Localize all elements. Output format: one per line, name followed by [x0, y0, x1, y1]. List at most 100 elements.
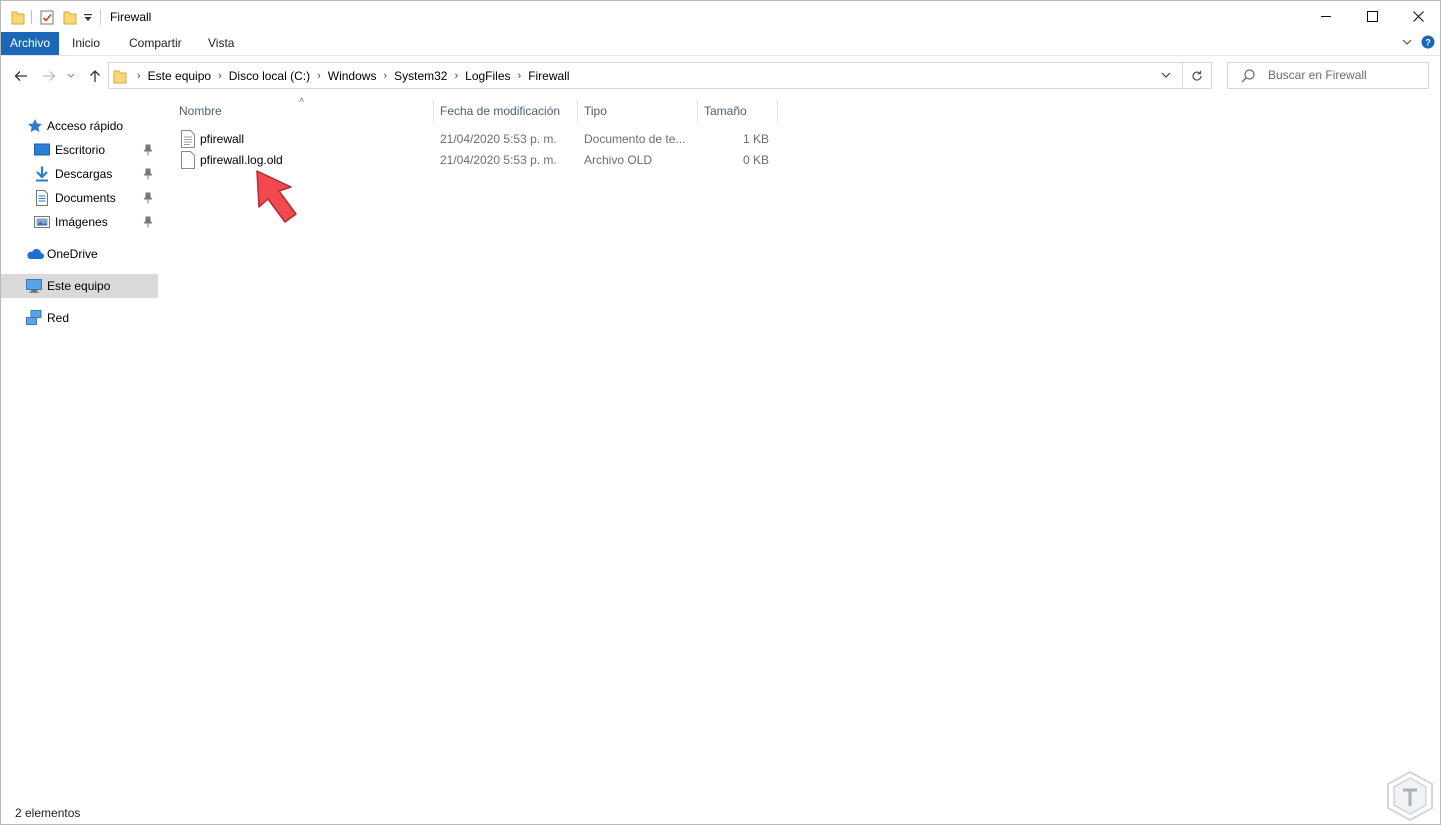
breadcrumb-windows[interactable]: Windows	[325, 69, 380, 83]
star-icon	[28, 119, 42, 133]
sidebar-label: Acceso rápido	[47, 119, 124, 133]
sidebar-label: Documents	[55, 191, 116, 205]
picture-icon	[34, 216, 50, 228]
breadcrumb: › Este equipo › Disco local (C:) › Windo…	[109, 63, 573, 88]
window-title: Firewall	[110, 10, 152, 24]
file-type: Documento de te...	[584, 132, 686, 146]
back-button[interactable]	[11, 65, 31, 87]
breadcrumb-separator-icon[interactable]: ›	[214, 70, 226, 82]
sidebar-label: Escritorio	[55, 143, 106, 157]
svg-text:?: ?	[1425, 38, 1431, 48]
breadcrumb-system32[interactable]: System32	[391, 69, 450, 83]
sidebar-item-red[interactable]: Red	[1, 306, 158, 330]
forward-arrow-icon	[43, 71, 56, 81]
file-size: 0 KB	[742, 153, 769, 167]
search-icon	[1241, 69, 1255, 83]
breadcrumb-disco-local[interactable]: Disco local (C:)	[226, 69, 313, 83]
sidebar-label: Este equipo	[47, 279, 111, 293]
close-button[interactable]	[1395, 1, 1440, 32]
customize-toolbar-chevron-icon[interactable]	[84, 12, 92, 22]
maximize-icon	[1366, 11, 1378, 22]
column-divider[interactable]	[697, 99, 698, 123]
sidebar-item-imagenes[interactable]: Imágenes	[1, 210, 158, 234]
sidebar-item-escritorio[interactable]: Escritorio	[1, 138, 158, 162]
breadcrumb-separator-icon[interactable]: ›	[133, 70, 145, 82]
back-arrow-icon	[14, 71, 27, 81]
sidebar-label: Descargas	[55, 167, 113, 181]
blank-file-icon	[181, 151, 195, 169]
desktop-icon	[34, 143, 50, 156]
sidebar-item-onedrive[interactable]: OneDrive	[1, 242, 158, 266]
watermark-logo-icon	[1387, 770, 1433, 822]
breadcrumb-logfiles[interactable]: LogFiles	[462, 69, 513, 83]
sidebar-label: Imágenes	[55, 215, 108, 229]
file-row[interactable]: pfirewall 21/04/2020 5:53 p. m. Document…	[177, 129, 777, 150]
document-icon	[36, 190, 48, 206]
address-history-dropdown[interactable]	[1155, 63, 1177, 88]
file-name: pfirewall.log.old	[200, 153, 283, 167]
column-divider[interactable]	[577, 99, 578, 123]
column-divider[interactable]	[777, 99, 778, 123]
annotation-arrow-icon	[256, 170, 297, 223]
file-list: ˄ Nombre Fecha de modificación Tipo Tama…	[161, 95, 1440, 800]
breadcrumb-separator-icon[interactable]: ›	[379, 70, 391, 82]
network-icon	[26, 310, 42, 325]
quick-access-toolbar	[11, 7, 92, 27]
column-header-type[interactable]: Tipo	[584, 99, 607, 123]
sidebar-item-descargas[interactable]: Descargas	[1, 162, 158, 186]
help-icon[interactable]: ?	[1421, 35, 1435, 49]
breadcrumb-separator-icon[interactable]: ›	[450, 70, 462, 82]
pin-icon[interactable]	[143, 168, 153, 180]
sidebar-label: OneDrive	[47, 247, 98, 261]
column-header-modified[interactable]: Fecha de modificación	[440, 99, 560, 123]
column-header-size[interactable]: Tamaño	[704, 99, 747, 123]
ribbon-tabs: Archivo Inicio Compartir Vista ?	[1, 32, 1440, 56]
tab-compartir[interactable]: Compartir	[119, 32, 192, 55]
minimize-button[interactable]	[1303, 1, 1349, 32]
tab-archivo[interactable]: Archivo	[1, 32, 60, 55]
column-header-name[interactable]: Nombre	[179, 99, 222, 123]
forward-button[interactable]	[39, 65, 59, 87]
sidebar-item-documents[interactable]: Documents	[1, 186, 158, 210]
navigation-pane: Acceso rápido Escritorio Descargas Docum…	[1, 99, 161, 800]
expand-ribbon-chevron-icon[interactable]	[1402, 38, 1412, 46]
recent-locations-button[interactable]	[64, 65, 78, 87]
minimize-icon	[1321, 16, 1331, 17]
file-size: 1 KB	[742, 132, 769, 146]
search-input[interactable]	[1268, 66, 1418, 84]
maximize-button[interactable]	[1349, 1, 1395, 32]
sidebar-item-este-equipo[interactable]: Este equipo	[1, 274, 158, 298]
close-icon	[1412, 11, 1424, 22]
file-explorer-window: Firewall Archivo Inicio Compartir Vista …	[0, 0, 1441, 825]
breadcrumb-separator-icon[interactable]: ›	[313, 70, 325, 82]
chevron-down-icon	[67, 73, 75, 78]
file-modified: 21/04/2020 5:53 p. m.	[440, 153, 557, 167]
pin-icon[interactable]	[143, 192, 153, 204]
download-arrow-icon	[36, 166, 48, 182]
tab-vista[interactable]: Vista	[198, 32, 244, 55]
navigation-bar: › Este equipo › Disco local (C:) › Windo…	[1, 56, 1440, 96]
address-bar[interactable]: › Este equipo › Disco local (C:) › Windo…	[108, 62, 1212, 89]
breadcrumb-separator-icon[interactable]: ›	[514, 70, 526, 82]
up-button[interactable]	[85, 65, 105, 87]
breadcrumb-este-equipo[interactable]: Este equipo	[145, 69, 214, 83]
folder-icon	[11, 11, 25, 25]
search-box[interactable]	[1227, 62, 1429, 89]
title-divider	[100, 9, 101, 25]
new-folder-icon[interactable]	[63, 9, 77, 25]
folder-icon	[113, 70, 127, 83]
sidebar-item-acceso-rapido[interactable]: Acceso rápido	[1, 114, 158, 138]
sidebar-label: Red	[47, 311, 70, 325]
properties-check-icon[interactable]	[40, 9, 54, 25]
pin-icon[interactable]	[143, 216, 153, 228]
pin-icon[interactable]	[143, 144, 153, 156]
refresh-icon	[1192, 70, 1202, 81]
file-modified: 21/04/2020 5:53 p. m.	[440, 132, 557, 146]
text-file-icon	[181, 130, 195, 148]
tab-inicio[interactable]: Inicio	[62, 32, 110, 55]
column-divider[interactable]	[433, 99, 434, 123]
up-arrow-icon	[90, 70, 100, 82]
refresh-button[interactable]	[1182, 63, 1211, 88]
breadcrumb-firewall[interactable]: Firewall	[525, 69, 572, 83]
item-count: 2 elementos	[15, 806, 81, 820]
